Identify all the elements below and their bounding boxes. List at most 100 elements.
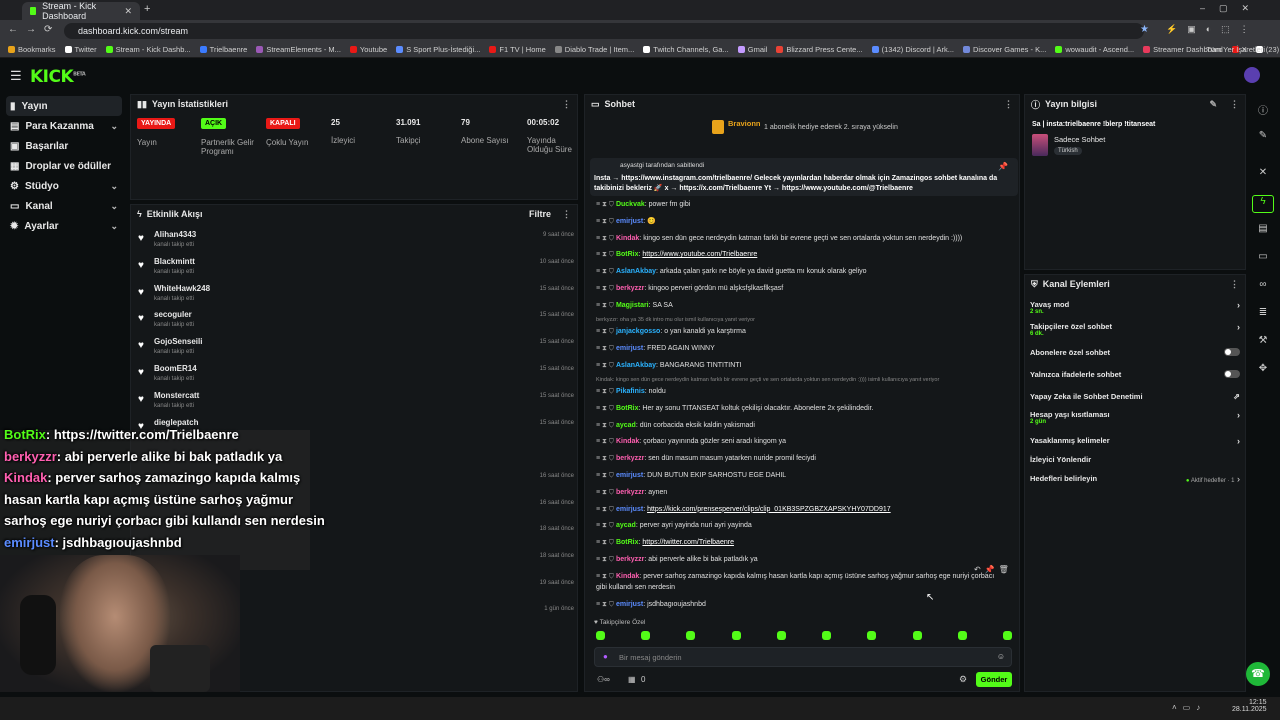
mod-actions-icon[interactable]: ≡ ⧗ ⛉	[596, 403, 614, 415]
chat-link[interactable]: https://twitter.com/Trielbaenre	[642, 539, 734, 546]
database-icon[interactable]: ≣	[1252, 307, 1274, 325]
mod-actions-icon[interactable]: ≡ ⧗ ⛉	[596, 487, 614, 499]
chat-username[interactable]: BotRix	[616, 251, 639, 258]
send-button[interactable]: Gönder	[976, 672, 1012, 687]
chat-username[interactable]: Kindak	[616, 438, 639, 445]
nav-buttons[interactable]: ←→⟳	[8, 24, 60, 35]
bookmark-item[interactable]: StreamElements - M...	[256, 45, 341, 54]
chat-username[interactable]: BotRix	[616, 405, 639, 412]
chat-username[interactable]: berkyzzr	[616, 455, 644, 462]
emoji-icon[interactable]: ☺	[997, 652, 1005, 661]
channel-action-item[interactable]: Yavaş mod 2 sn. ›	[1030, 300, 1240, 315]
channel-action-item[interactable]: Hedefleri belirleyin ● Aktif hedefler · 1…	[1030, 474, 1240, 484]
chat-username[interactable]: Kindak	[616, 573, 639, 580]
pencil-icon[interactable]: ✎	[1252, 130, 1274, 148]
url-input[interactable]: dashboard.kick.com/stream	[64, 23, 1144, 39]
mod-actions-icon[interactable]: ≡ ⧗ ⛉	[596, 599, 614, 611]
chat-username[interactable]: emirjust	[616, 345, 643, 352]
mod-actions-icon[interactable]: ≡ ⧗ ⛉	[596, 360, 614, 372]
calendar-icon[interactable]: ▦	[628, 675, 636, 684]
channel-action-item[interactable]: Yasaklanmış kelimeler ›	[1030, 436, 1240, 446]
extension-icons[interactable]: ⚡▣◐⬚⋮	[1166, 24, 1259, 35]
toggle-switch[interactable]	[1224, 348, 1240, 356]
bookmark-item[interactable]: Twitch Channels, Ga...	[643, 45, 729, 54]
mod-actions-icon[interactable]: ≡ ⧗ ⛉	[596, 343, 614, 355]
emote-icon[interactable]	[686, 631, 696, 640]
mod-actions-icon[interactable]: ≡ ⧗ ⛉	[596, 436, 614, 448]
bookmark-item[interactable]: S Sport Plus-İstediği...	[396, 45, 480, 54]
more-menu-icon[interactable]: ⋮	[1230, 279, 1239, 290]
emote-icon[interactable]	[731, 631, 741, 640]
mod-actions-icon[interactable]: ≡ ⧗ ⛉	[596, 386, 614, 398]
bookmark-item[interactable]: wowaudit - Ascend...	[1055, 45, 1134, 54]
category-name[interactable]: Sadece Sohbet	[1054, 135, 1105, 144]
mod-actions-icon[interactable]: ≡ ⧗ ⛉	[596, 326, 614, 338]
puzzle-icon[interactable]: ✥	[1252, 363, 1274, 381]
chat-username[interactable]: berkyzzr	[616, 556, 644, 563]
toggle-switch[interactable]	[1224, 370, 1240, 378]
bookmark-item[interactable]: Bookmarks	[8, 45, 56, 54]
bookmark-item[interactable]: Discover Games - K...	[963, 45, 1046, 54]
chat-username[interactable]: Kindak	[616, 235, 639, 242]
chat-username[interactable]: emirjust	[616, 472, 643, 479]
emote-icon[interactable]	[912, 631, 922, 640]
filter-button[interactable]: Filtre	[529, 209, 551, 219]
chat-username[interactable]: aycad	[616, 422, 636, 429]
message-action-icons[interactable]: ↶📌🗑	[974, 565, 1013, 574]
follower-name[interactable]: Alihan4343	[154, 230, 196, 239]
sidebar-item-studyo[interactable]: ⚙ Stüdyo ⌄	[0, 176, 128, 196]
follower-name[interactable]: dieglepatch	[154, 418, 198, 427]
chat-settings-gear-icon[interactable]: ⚙	[959, 674, 967, 685]
chat-username[interactable]: AslanAkbay	[616, 268, 656, 275]
mod-actions-icon[interactable]: ≡ ⧗ ⛉	[596, 470, 614, 482]
channel-action-item[interactable]: Yalnızca ifadelerle sohbet	[1030, 370, 1240, 379]
chat-username[interactable]: aycad	[616, 522, 636, 529]
more-menu-icon[interactable]: ⋮	[562, 99, 571, 110]
edit-pencil-icon[interactable]: ✎	[1209, 99, 1217, 110]
info-icon[interactable]: ⓘ	[1252, 102, 1274, 120]
sidebar-item-basarilar[interactable]: ▣ Başarılar	[0, 136, 128, 156]
chat-username[interactable]: berkyzzr	[616, 489, 644, 496]
chat-username[interactable]: Magjistari	[616, 302, 649, 309]
more-menu-icon[interactable]: ⋮	[562, 209, 571, 220]
mod-actions-icon[interactable]: ≡ ⧗ ⛉	[596, 453, 614, 465]
bookmark-item[interactable]: Twitter	[64, 45, 97, 54]
mod-actions-icon[interactable]: ≡ ⧗ ⛉	[596, 420, 614, 432]
bookmark-star-icon[interactable]: ★	[1140, 24, 1149, 35]
bookmark-item[interactable]: (1342) Discord | Ark...	[871, 45, 954, 54]
bookmark-item[interactable]: Gmail	[737, 45, 767, 54]
bookmark-item[interactable]: Youtube	[349, 45, 387, 54]
chat-link[interactable]: https://kick.com/prensesperver/clips/cli…	[647, 506, 891, 513]
chat-username[interactable]: Pikafinis	[616, 388, 645, 395]
help-chat-icon[interactable]: ☎	[1246, 662, 1270, 686]
mic-icon[interactable]: ●	[603, 652, 608, 661]
channel-action-item[interactable]: Yapay Zeka ile Sohbet Denetimi ⇗	[1030, 392, 1240, 401]
chat-username[interactable]: emirjust	[616, 218, 643, 225]
close-tab-icon[interactable]: ✕	[124, 6, 132, 17]
document-icon[interactable]: ▤	[1252, 223, 1274, 241]
link-icon[interactable]: ∞	[1252, 279, 1274, 297]
sidebar-item-kanal[interactable]: ▭ Kanal ⌄	[0, 196, 128, 216]
channel-action-item[interactable]: İzleyici Yönlendir	[1030, 455, 1240, 464]
sidebar-item-ayarlar[interactable]: ✹ Ayarlar ⌄	[0, 216, 128, 236]
chat-username[interactable]: berkyzzr	[616, 285, 644, 292]
bookmark-item[interactable]: F1 TV | Home	[489, 45, 546, 54]
all-bookmarks[interactable]: Tüm Yer İşaretleri	[1206, 45, 1265, 54]
tray-icons[interactable]: ˄▭♪	[1172, 703, 1206, 712]
channel-action-item[interactable]: Abonelere özel sohbet	[1030, 348, 1240, 357]
close-icon[interactable]: ✕	[1252, 167, 1274, 185]
mod-actions-icon[interactable]: ≡ ⧗ ⛉	[596, 249, 614, 261]
kick-logo[interactable]: KICKBETA	[30, 67, 86, 87]
pin-icon[interactable]: 📌	[998, 162, 1008, 171]
emote-icon[interactable]	[1002, 631, 1012, 640]
follower-name[interactable]: BoomER14	[154, 364, 197, 373]
chat-username[interactable]: emirjust	[616, 506, 643, 513]
mod-actions-icon[interactable]: ≡ ⧗ ⛉	[596, 233, 614, 245]
mod-actions-icon[interactable]: ≡ ⧗ ⛉	[596, 300, 614, 312]
sidebar-item-droplar[interactable]: ▦ Droplar ve ödüller	[0, 156, 128, 176]
mod-actions-icon[interactable]: ≡ ⧗ ⛉	[596, 216, 614, 228]
follower-name[interactable]: GojoSenseili	[154, 337, 202, 346]
wrench-icon[interactable]: ⚒	[1252, 335, 1274, 353]
chat-username[interactable]: janjackgosso	[616, 328, 660, 335]
channel-action-item[interactable]: Hesap yaşı kısıtlaması 2 gün ›	[1030, 410, 1240, 425]
